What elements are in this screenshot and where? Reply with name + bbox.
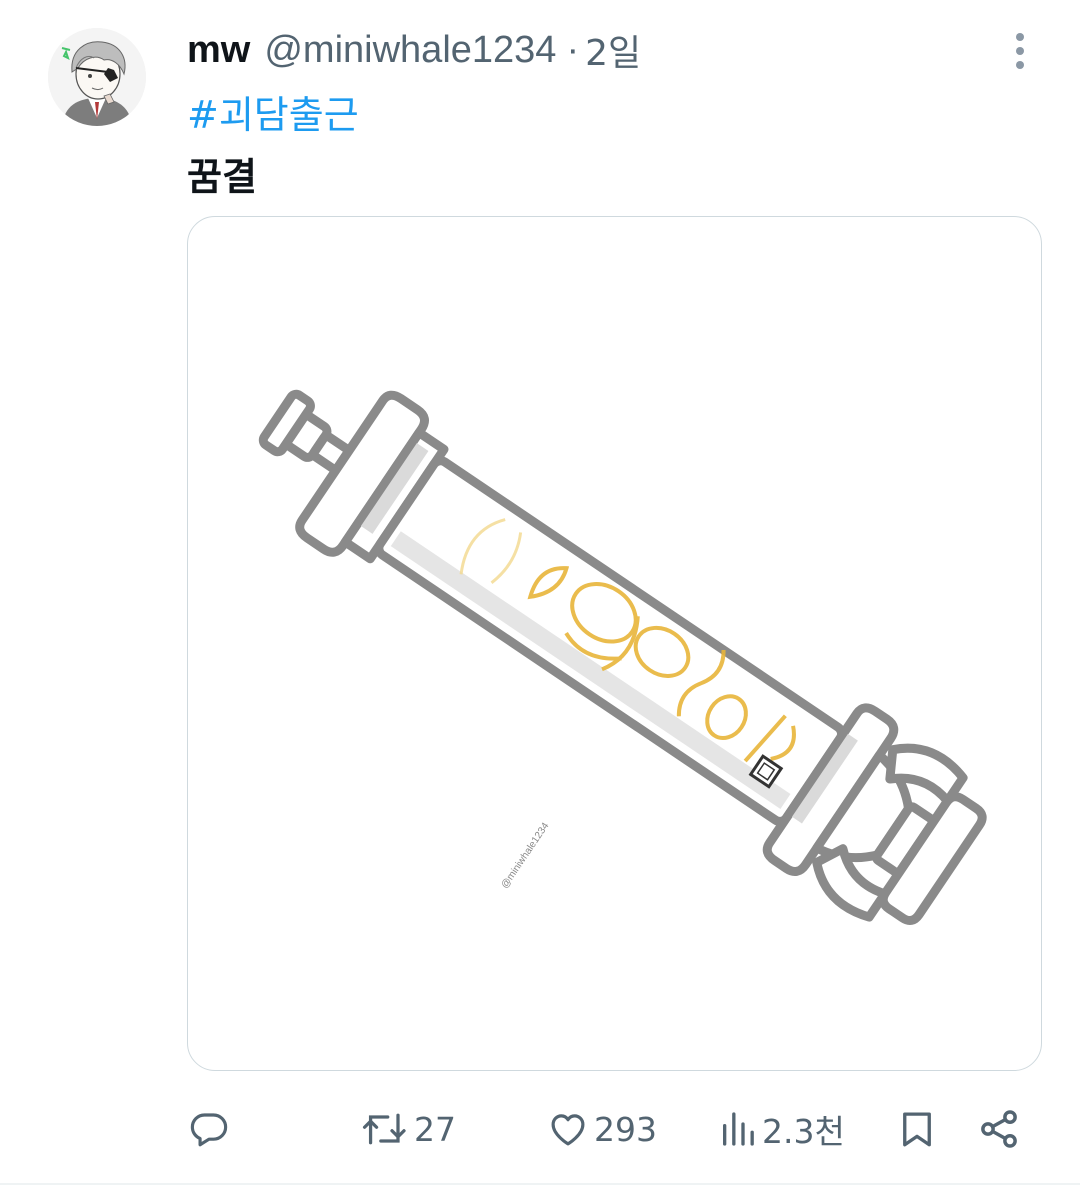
avatar-illustration xyxy=(48,28,146,126)
syringe-illustration: @miniwhale1234 xyxy=(258,389,987,925)
views-count: 2.3천 xyxy=(762,1112,845,1151)
separator-dot: · xyxy=(566,28,580,71)
tweet-header: mw @miniwhale1234 · 2일 xyxy=(187,24,641,76)
more-vertical-icon xyxy=(1016,33,1024,69)
retweet-button[interactable]: 27 xyxy=(362,1096,456,1162)
like-button[interactable]: 293 xyxy=(546,1096,657,1162)
avatar[interactable] xyxy=(48,28,146,126)
author-display-name[interactable]: mw xyxy=(187,29,250,72)
bookmark-icon xyxy=(903,1112,931,1147)
tweet-divider xyxy=(0,1183,1080,1185)
views-button[interactable]: 2.3천 xyxy=(718,1096,845,1162)
share-icon xyxy=(981,1110,1017,1148)
heart-icon xyxy=(551,1114,585,1146)
tweet-actions-bar: 27 293 2.3천 xyxy=(0,1096,1080,1162)
retweet-icon xyxy=(362,1113,406,1145)
like-count: 293 xyxy=(594,1109,657,1149)
bookmark-button[interactable] xyxy=(896,1096,938,1162)
reply-icon xyxy=(190,1113,228,1147)
retweet-count: 27 xyxy=(414,1109,456,1149)
reply-button[interactable] xyxy=(188,1096,230,1162)
hashtag-link[interactable]: #괴담출근 xyxy=(187,84,359,139)
tweet-timestamp[interactable]: 2일 xyxy=(585,24,641,76)
more-options-button[interactable] xyxy=(1000,28,1040,74)
tweet-media-image[interactable]: @miniwhale1234 xyxy=(187,216,1042,1071)
views-icon xyxy=(723,1112,754,1146)
artist-signature: @miniwhale1234 xyxy=(499,820,551,890)
tweet[interactable]: mw @miniwhale1234 · 2일 #괴담출근 꿈결 @miniwha… xyxy=(0,0,1080,1189)
share-button[interactable] xyxy=(976,1096,1022,1162)
tweet-text: 꿈결 xyxy=(187,155,257,199)
author-handle[interactable]: @miniwhale1234 xyxy=(264,29,556,72)
